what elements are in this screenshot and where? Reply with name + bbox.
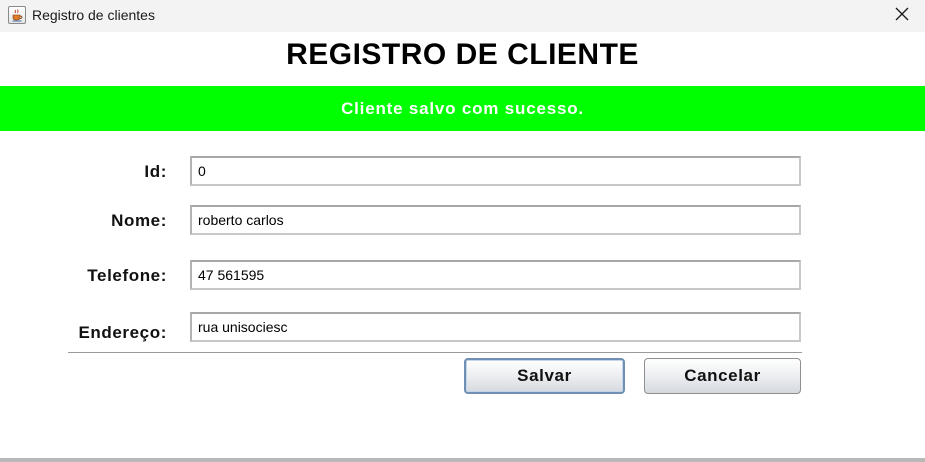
client-registration-window: Registro de clientes REGISTRO DE CLIENTE…	[0, 0, 925, 462]
phone-label: Telefone:	[87, 266, 167, 285]
close-icon	[895, 7, 909, 26]
page-title: REGISTRO DE CLIENTE	[286, 38, 639, 71]
close-button[interactable]	[879, 0, 925, 32]
status-message-banner: Cliente salvo com sucesso.	[0, 86, 925, 131]
name-label: Nome:	[111, 211, 167, 230]
window-title: Registro de clientes	[32, 7, 155, 23]
java-cup-icon	[8, 6, 26, 24]
separator-highlight	[68, 353, 802, 354]
title-bar[interactable]: Registro de clientes	[0, 0, 925, 32]
phone-field[interactable]	[190, 260, 801, 290]
id-label: Id:	[144, 162, 167, 181]
name-field[interactable]	[190, 205, 801, 235]
cancel-button[interactable]: Cancelar	[644, 358, 801, 394]
address-field[interactable]	[190, 312, 801, 342]
save-button[interactable]: Salvar	[464, 358, 625, 394]
address-label: Endereço:	[78, 323, 167, 342]
id-field[interactable]	[190, 156, 801, 186]
